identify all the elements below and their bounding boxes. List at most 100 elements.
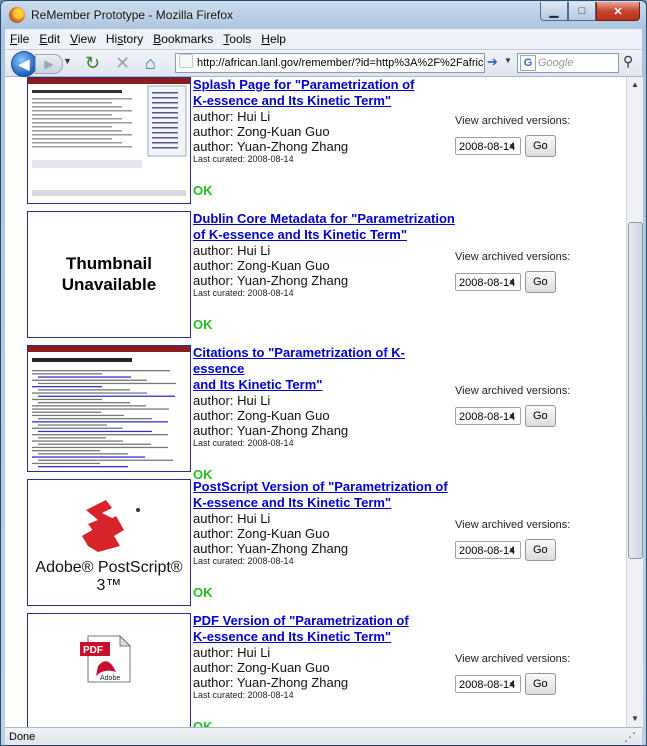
author-text: author: Hui Li — [193, 393, 271, 408]
forward-arrow-icon[interactable]: ▶ — [35, 54, 63, 74]
menu-edit[interactable]: Edit — [34, 32, 65, 46]
last-curated-text: Last curated: 2008-08-14 — [193, 556, 294, 566]
menu-help[interactable]: Help — [256, 32, 291, 46]
firefox-logo-icon — [9, 7, 25, 23]
window-title: ReMember Prototype - Mozilla Firefox — [31, 8, 234, 22]
scroll-up-icon[interactable]: ▲ — [627, 77, 643, 93]
resource-thumbnail[interactable]: Thumbnail Unavailable — [27, 211, 191, 338]
navigation-toolbar: ◀ ▶ ▼ ↻ ✕ ⌂ http://african.lanl.gov/reme… — [5, 50, 642, 77]
close-button[interactable]: ✕ — [596, 2, 640, 21]
archive-date-select[interactable]: 2008-08-14 ▼ — [455, 273, 521, 291]
resource-title-link[interactable]: Citations to "Parametrization of K-essen… — [193, 345, 455, 393]
chevron-down-icon: ▼ — [508, 278, 516, 287]
thumb-text: Thumbnail — [66, 254, 152, 273]
resource-entry: Adobe® PostScript® 3™ PostScript Version … — [27, 479, 626, 606]
archive-date-select[interactable]: 2008-08-14 ▼ — [455, 407, 521, 425]
search-placeholder: Google — [538, 57, 574, 69]
menu-bookmarks[interactable]: Bookmarks — [148, 32, 218, 46]
minimize-button[interactable]: ▁ — [540, 2, 568, 21]
stop-icon[interactable]: ✕ — [115, 53, 130, 73]
resource-title-link[interactable]: Dublin Core Metadata for "Parametrizatio… — [193, 211, 455, 243]
archive-label: View archived versions: — [455, 653, 571, 665]
chevron-down-icon: ▼ — [508, 546, 516, 555]
archive-panel: View archived versions: 2008-08-14 ▼ Go — [455, 251, 585, 293]
author-text: author: Yuan-Zhong Zhang — [193, 675, 349, 690]
chevron-down-icon: ▼ — [508, 142, 516, 151]
url-dropdown-icon[interactable]: ▼ — [504, 56, 512, 65]
postscript-label: Adobe® PostScript® 3™ — [35, 559, 183, 594]
author-text: author: Hui Li — [193, 243, 271, 258]
thumb-text: Unavailable — [61, 275, 157, 294]
go-button[interactable]: Go — [525, 271, 556, 293]
resource-thumbnail[interactable]: PDF Adobe — [27, 613, 191, 727]
author-text: author: Zong-Kuan Guo — [193, 124, 330, 139]
status-bar: Done ⋰ — [5, 727, 642, 745]
scroll-down-icon[interactable]: ▼ — [627, 711, 643, 727]
resource-title-link[interactable]: Splash Page for "Parametrization of K-ess… — [193, 77, 455, 109]
menu-tools[interactable]: Tools — [218, 32, 256, 46]
reload-icon[interactable]: ↻ — [85, 53, 100, 73]
vertical-scrollbar[interactable]: ▲ ▼ — [626, 77, 643, 727]
page-content: Splash Page for "Parametrization of K-ess… — [5, 77, 626, 727]
menu-view[interactable]: View — [65, 32, 101, 46]
resource-title-link[interactable]: PostScript Version of "Parametrization o… — [193, 479, 455, 511]
author-text: author: Zong-Kuan Guo — [193, 258, 330, 273]
magnifier-icon[interactable]: ⚲ — [623, 53, 633, 70]
resource-title-link[interactable]: PDF Version of "Parametrization of K-esse… — [193, 613, 455, 645]
archive-date-select[interactable]: 2008-08-14 ▼ — [455, 137, 521, 155]
resource-entry: PDF Adobe PDF Version of "Parametrization … — [27, 613, 626, 727]
search-input[interactable]: G Google — [517, 53, 619, 73]
back-arrow-icon[interactable]: ◀ — [11, 51, 37, 77]
author-text: author: Yuan-Zhong Zhang — [193, 139, 349, 154]
archive-panel: View archived versions: 2008-08-14 ▼ Go — [455, 519, 585, 561]
menu-history[interactable]: History — [101, 32, 148, 46]
menu-bar: File Edit View History Bookmarks Tools Help — [5, 29, 642, 50]
author-text: author: Yuan-Zhong Zhang — [193, 423, 349, 438]
author-text: author: Yuan-Zhong Zhang — [193, 541, 349, 556]
status-ok: OK — [193, 585, 213, 600]
author-text: author: Hui Li — [193, 109, 271, 124]
archive-panel: View archived versions: 2008-08-14 ▼ Go — [455, 115, 585, 157]
browser-window: ReMember Prototype - Mozilla Firefox ▁ □… — [0, 0, 647, 746]
archive-panel: View archived versions: 2008-08-14 ▼ Go — [455, 653, 585, 695]
author-text: author: Zong-Kuan Guo — [193, 408, 330, 423]
resource-thumbnail[interactable] — [27, 77, 191, 204]
archive-date-select[interactable]: 2008-08-14 ▼ — [455, 541, 521, 559]
pdf-document-icon: PDF Adobe — [80, 634, 132, 683]
resize-grip-icon[interactable]: ⋰ — [624, 728, 636, 745]
go-button[interactable]: Go — [525, 135, 556, 157]
maximize-button[interactable]: □ — [568, 2, 596, 21]
history-dropdown-icon[interactable]: ▼ — [63, 56, 72, 66]
status-ok: OK — [193, 719, 213, 727]
status-ok: OK — [193, 317, 213, 332]
archive-label: View archived versions: — [455, 251, 571, 263]
go-button[interactable]: Go — [525, 673, 556, 695]
archive-label: View archived versions: — [455, 115, 571, 127]
resource-thumbnail[interactable] — [27, 345, 191, 472]
go-button[interactable]: Go — [525, 405, 556, 427]
last-curated-text: Last curated: 2008-08-14 — [193, 154, 294, 164]
chevron-down-icon: ▼ — [508, 412, 516, 421]
last-curated-text: Last curated: 2008-08-14 — [193, 690, 294, 700]
google-logo-icon[interactable]: G — [520, 55, 536, 71]
resource-thumbnail[interactable]: Adobe® PostScript® 3™ — [27, 479, 191, 606]
archive-label: View archived versions: — [455, 519, 571, 531]
go-arrow-icon[interactable]: ➔ — [487, 54, 498, 70]
archive-date-select[interactable]: 2008-08-14 ▼ — [455, 675, 521, 693]
menu-file[interactable]: File — [5, 32, 34, 46]
svg-text:PDF: PDF — [83, 645, 103, 656]
site-favicon-icon — [179, 54, 193, 68]
page-screenshot-thumbnail — [28, 346, 190, 468]
status-text: Done — [9, 731, 36, 743]
scroll-thumb[interactable] — [628, 222, 643, 559]
archive-panel: View archived versions: 2008-08-14 ▼ Go — [455, 385, 585, 427]
author-text: author: Hui Li — [193, 645, 271, 660]
url-input[interactable]: http://african.lanl.gov/remember/?id=htt… — [175, 53, 485, 73]
title-bar: ReMember Prototype - Mozilla Firefox ▁ □… — [1, 1, 646, 29]
last-curated-text: Last curated: 2008-08-14 — [193, 288, 294, 298]
home-icon[interactable]: ⌂ — [145, 53, 156, 73]
last-curated-text: Last curated: 2008-08-14 — [193, 438, 294, 448]
author-text: author: Yuan-Zhong Zhang — [193, 273, 349, 288]
author-text: author: Zong-Kuan Guo — [193, 526, 330, 541]
go-button[interactable]: Go — [525, 539, 556, 561]
